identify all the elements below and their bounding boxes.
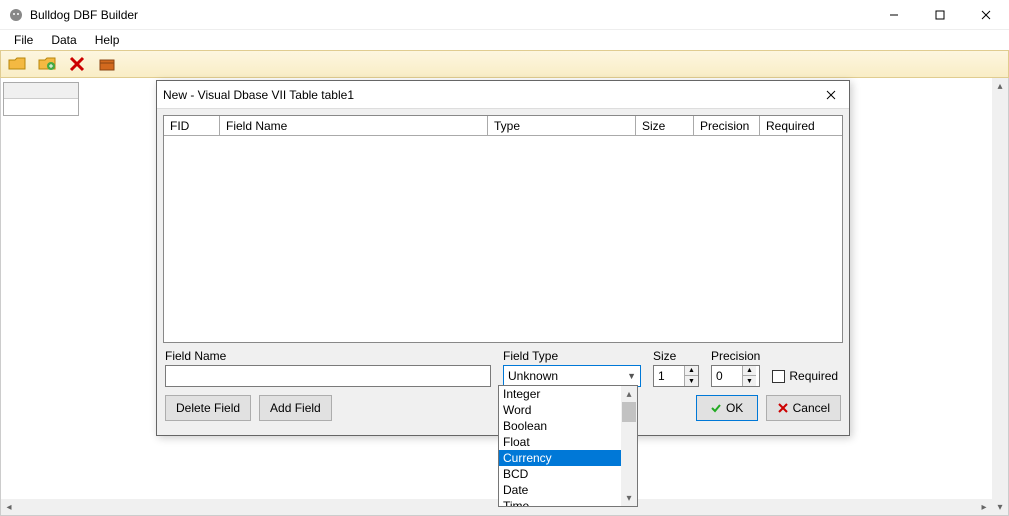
vertical-scrollbar[interactable]: ▴ ▾ xyxy=(992,78,1008,515)
menu-help[interactable]: Help xyxy=(87,31,128,49)
col-precision[interactable]: Precision xyxy=(694,116,760,135)
scroll-left-icon[interactable]: ◂ xyxy=(1,499,17,515)
dialog-titlebar: New - Visual Dbase VII Table table1 xyxy=(157,81,849,109)
folder-open-icon xyxy=(7,55,27,73)
precision-down-button[interactable]: ▼ xyxy=(743,376,756,386)
dropdown-option[interactable]: Time xyxy=(499,498,621,506)
field-name-input[interactable] xyxy=(165,365,491,387)
check-icon xyxy=(710,402,722,414)
dropdown-option[interactable]: BCD xyxy=(499,466,621,482)
col-type[interactable]: Type xyxy=(488,116,636,135)
cancel-button[interactable]: Cancel xyxy=(766,395,841,421)
dropdown-option[interactable]: Date xyxy=(499,482,621,498)
dropdown-option[interactable]: Currency xyxy=(499,450,621,466)
menubar: File Data Help xyxy=(0,30,1009,50)
open-button[interactable] xyxy=(3,52,31,76)
fields-table: FID Field Name Type Size Precision Requi… xyxy=(163,115,843,343)
size-input[interactable] xyxy=(654,366,684,386)
menu-data[interactable]: Data xyxy=(43,31,84,49)
size-stepper[interactable]: ▲ ▼ xyxy=(653,365,699,387)
scroll-right-icon[interactable]: ▸ xyxy=(976,499,992,515)
new-button[interactable] xyxy=(33,52,61,76)
close-icon xyxy=(826,90,836,100)
field-type-select[interactable]: Unknown ▼ xyxy=(503,365,641,387)
minimize-button[interactable] xyxy=(871,0,917,30)
maximize-button[interactable] xyxy=(917,0,963,30)
size-label: Size xyxy=(653,349,699,363)
ok-button[interactable]: OK xyxy=(696,395,758,421)
precision-label: Precision xyxy=(711,349,760,363)
delete-button[interactable] xyxy=(63,52,91,76)
field-type-dropdown[interactable]: IntegerWordBooleanFloatCurrencyBCDDateTi… xyxy=(498,385,638,507)
scroll-up-icon[interactable]: ▴ xyxy=(621,386,637,402)
grid-header-row xyxy=(4,83,78,99)
field-name-label: Field Name xyxy=(165,349,491,363)
precision-input[interactable] xyxy=(712,366,742,386)
cancel-x-icon xyxy=(777,402,789,414)
precision-stepper[interactable]: ▲ ▼ xyxy=(711,365,760,387)
col-required[interactable]: Required xyxy=(760,116,842,135)
dropdown-option[interactable]: Integer xyxy=(499,386,621,402)
field-type-value: Unknown xyxy=(508,369,558,383)
size-down-button[interactable]: ▼ xyxy=(685,376,698,386)
menu-file[interactable]: File xyxy=(6,31,41,49)
pack-button[interactable] xyxy=(93,52,121,76)
field-type-label: Field Type xyxy=(503,349,641,363)
dropdown-option[interactable]: Boolean xyxy=(499,418,621,434)
window-title: Bulldog DBF Builder xyxy=(30,8,138,22)
required-checkbox[interactable] xyxy=(772,370,785,383)
folder-add-icon xyxy=(37,55,57,73)
col-size[interactable]: Size xyxy=(636,116,694,135)
dialog-close-button[interactable] xyxy=(819,83,843,107)
dropdown-option[interactable]: Float xyxy=(499,434,621,450)
delete-x-icon xyxy=(67,55,87,73)
table-header: FID Field Name Type Size Precision Requi… xyxy=(164,116,842,136)
new-table-dialog: New - Visual Dbase VII Table table1 FID … xyxy=(156,80,850,436)
chevron-down-icon: ▼ xyxy=(627,371,636,381)
dropdown-option[interactable]: Word xyxy=(499,402,621,418)
scrollbar-thumb[interactable] xyxy=(622,402,636,422)
precision-up-button[interactable]: ▲ xyxy=(743,366,756,376)
col-fid[interactable]: FID xyxy=(164,116,220,135)
grid-empty-row xyxy=(4,99,78,115)
horizontal-scrollbar[interactable]: ◂ ▸ xyxy=(1,499,992,515)
col-field-name[interactable]: Field Name xyxy=(220,116,488,135)
required-checkbox-group[interactable]: Required xyxy=(772,365,838,387)
window-controls xyxy=(871,0,1009,30)
dropdown-scrollbar[interactable]: ▴ ▾ xyxy=(621,386,637,506)
toolbar xyxy=(0,50,1009,78)
window-titlebar: Bulldog DBF Builder xyxy=(0,0,1009,30)
close-button[interactable] xyxy=(963,0,1009,30)
scroll-up-icon[interactable]: ▴ xyxy=(992,78,1008,94)
scroll-down-icon[interactable]: ▾ xyxy=(621,490,637,506)
required-label: Required xyxy=(789,369,838,383)
add-field-button[interactable]: Add Field xyxy=(259,395,332,421)
box-icon xyxy=(97,55,117,73)
background-grid xyxy=(3,82,79,116)
delete-field-button[interactable]: Delete Field xyxy=(165,395,251,421)
scroll-down-icon[interactable]: ▾ xyxy=(992,499,1008,515)
size-up-button[interactable]: ▲ xyxy=(685,366,698,376)
dialog-title: New - Visual Dbase VII Table table1 xyxy=(163,88,819,102)
app-icon xyxy=(8,7,24,23)
